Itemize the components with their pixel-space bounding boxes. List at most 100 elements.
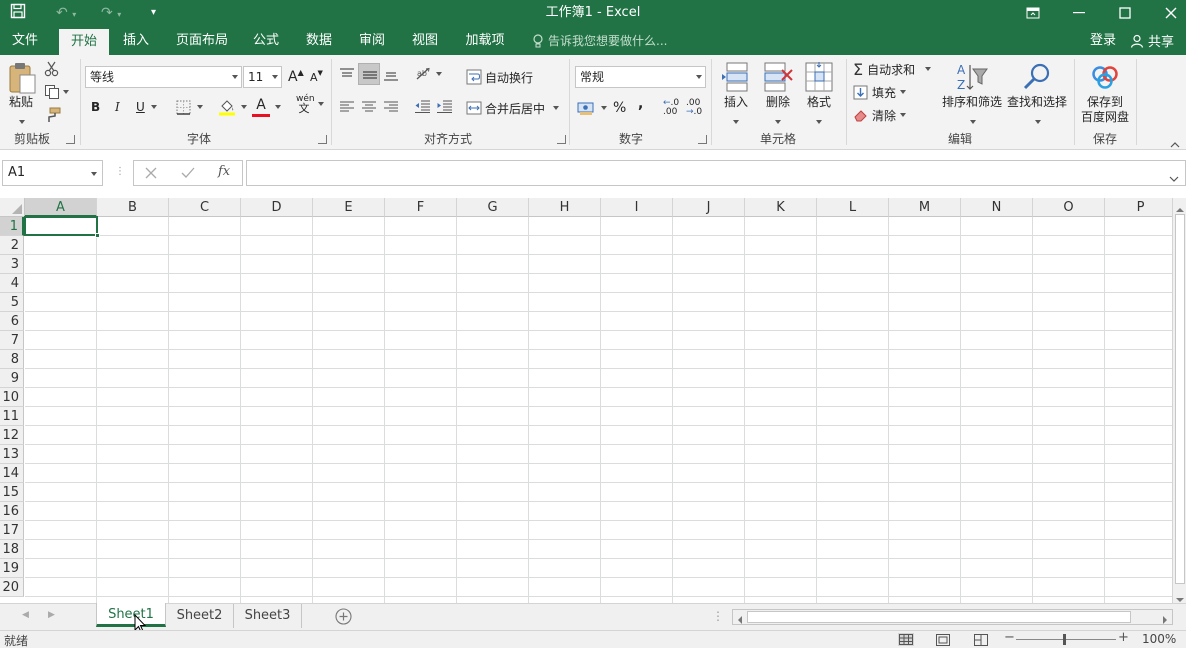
row-header-13[interactable]: 13 [0, 445, 24, 464]
vertical-scroll-thumb[interactable] [1175, 214, 1185, 584]
autosum-button[interactable]: Σ 自动求和 [853, 58, 932, 80]
share-button[interactable]: 共享 [1130, 26, 1174, 55]
decrease-decimal-button[interactable]: .00 →.0 [686, 97, 702, 119]
column-header-h[interactable]: H [529, 198, 601, 217]
column-header-g[interactable]: G [457, 198, 529, 217]
tab-view[interactable]: 视图 [402, 26, 448, 55]
sort-filter-icon[interactable]: AZ [955, 61, 989, 96]
column-header-l[interactable]: L [817, 198, 889, 217]
close-button[interactable] [1148, 0, 1186, 26]
row-header-9[interactable]: 9 [0, 369, 24, 388]
find-select-icon[interactable] [1021, 61, 1053, 96]
row-header-10[interactable]: 10 [0, 388, 24, 407]
maximize-button[interactable] [1102, 0, 1148, 26]
percent-button[interactable]: % [613, 97, 626, 119]
delete-cells-label[interactable]: 删除 [760, 95, 796, 110]
fill-color-button[interactable] [218, 96, 247, 118]
sign-in-link[interactable]: 登录 [1084, 26, 1122, 55]
zoom-slider-track[interactable] [1016, 639, 1116, 640]
page-break-view-icon[interactable] [974, 634, 988, 649]
tab-file[interactable]: 文件 [0, 26, 50, 55]
font-size-combo[interactable]: 11 [243, 66, 282, 88]
clear-button[interactable]: 清除 [853, 104, 907, 126]
formula-input[interactable] [246, 160, 1186, 186]
sheet-tab-sheet1[interactable]: Sheet1 [96, 603, 166, 627]
sort-filter-dropdown-icon[interactable] [970, 113, 976, 127]
row-header-17[interactable]: 17 [0, 521, 24, 540]
page-layout-view-icon[interactable] [936, 634, 950, 649]
tab-data[interactable]: 数据 [296, 26, 342, 55]
baidu-netdisk-icon[interactable] [1090, 63, 1120, 94]
selected-cell-a1[interactable] [24, 216, 100, 238]
save-to-cloud-label[interactable]: 保存到 百度网盘 [1076, 95, 1134, 125]
find-select-label[interactable]: 查找和选择 [1005, 95, 1069, 110]
row-header-19[interactable]: 19 [0, 559, 24, 578]
tab-addins[interactable]: 加载项 [459, 26, 511, 55]
align-left-icon[interactable] [339, 100, 355, 117]
format-cells-icon[interactable] [804, 61, 834, 96]
next-sheet-icon[interactable]: ▶ [48, 610, 55, 620]
format-cells-label[interactable]: 格式 [801, 95, 837, 110]
row-header-1[interactable]: 1 [0, 217, 24, 236]
delete-cells-icon[interactable] [763, 61, 795, 96]
phonetic-guide-button[interactable]: wén 文 [296, 93, 324, 115]
underline-button[interactable]: U [136, 96, 157, 118]
save-icon[interactable] [10, 3, 26, 23]
row-header-18[interactable]: 18 [0, 540, 24, 559]
cancel-entry-icon[interactable] [145, 167, 157, 182]
accounting-format-button[interactable] [577, 97, 607, 119]
row-header-20[interactable]: 20 [0, 578, 24, 597]
column-header-o[interactable]: O [1033, 198, 1105, 217]
fill-handle[interactable] [95, 233, 100, 238]
vertical-scrollbar[interactable] [1172, 198, 1186, 603]
tab-review[interactable]: 审阅 [349, 26, 395, 55]
column-header-k[interactable]: K [745, 198, 817, 217]
align-middle-icon[interactable] [358, 63, 380, 85]
row-header-11[interactable]: 11 [0, 407, 24, 426]
format-painter-icon[interactable] [44, 107, 62, 126]
horizontal-scroll-thumb[interactable] [747, 611, 1131, 623]
insert-cells-icon[interactable] [721, 61, 751, 96]
name-box[interactable]: A1 [2, 160, 103, 186]
row-header-5[interactable]: 5 [0, 293, 24, 312]
align-bottom-icon[interactable] [383, 68, 399, 85]
cut-icon[interactable] [44, 61, 60, 80]
copy-icon[interactable] [44, 84, 69, 100]
column-header-i[interactable]: I [601, 198, 673, 217]
increase-decimal-button[interactable]: ←.0.00 [663, 97, 679, 119]
scroll-left-icon[interactable] [737, 613, 743, 627]
borders-button[interactable] [176, 96, 203, 118]
orientation-icon[interactable]: ab [415, 66, 442, 82]
column-header-n[interactable]: N [961, 198, 1033, 217]
scroll-down-icon[interactable] [1176, 592, 1184, 603]
minimize-button[interactable] [1056, 0, 1102, 26]
number-format-combo[interactable]: 常规 [575, 66, 706, 88]
paste-label[interactable]: 粘贴 [4, 95, 38, 110]
merge-center-button[interactable]: 合并后居中 [466, 97, 560, 119]
alignment-launcher-icon[interactable] [557, 135, 566, 144]
horizontal-scrollbar[interactable] [732, 609, 1173, 625]
normal-view-icon[interactable] [898, 633, 914, 646]
sort-filter-label[interactable]: 排序和筛选 [941, 95, 1003, 110]
number-launcher-icon[interactable] [698, 135, 707, 144]
redo-icon[interactable]: ↷ ▾ [101, 3, 121, 23]
find-select-dropdown-icon[interactable] [1035, 113, 1041, 127]
wrap-text-button[interactable]: 自动换行 [466, 66, 533, 88]
undo-icon[interactable]: ↶ ▾ [56, 3, 76, 23]
column-header-c[interactable]: C [169, 198, 241, 217]
row-header-12[interactable]: 12 [0, 426, 24, 445]
column-header-e[interactable]: E [313, 198, 385, 217]
format-cells-dropdown-icon[interactable] [816, 113, 822, 127]
shrink-font-button[interactable]: A ▼ [310, 66, 323, 88]
sheet-tab-sheet2[interactable]: Sheet2 [166, 604, 234, 628]
align-right-icon[interactable] [383, 100, 399, 117]
tab-insert[interactable]: 插入 [113, 26, 159, 55]
column-header-f[interactable]: F [385, 198, 457, 217]
tab-page-layout[interactable]: 页面布局 [168, 26, 236, 55]
row-header-3[interactable]: 3 [0, 255, 24, 274]
new-sheet-icon[interactable] [335, 608, 352, 628]
row-header-6[interactable]: 6 [0, 312, 24, 331]
font-color-button[interactable]: A [252, 96, 281, 118]
customize-qat-icon[interactable]: ▾ [151, 3, 156, 23]
column-header-j[interactable]: J [673, 198, 745, 217]
